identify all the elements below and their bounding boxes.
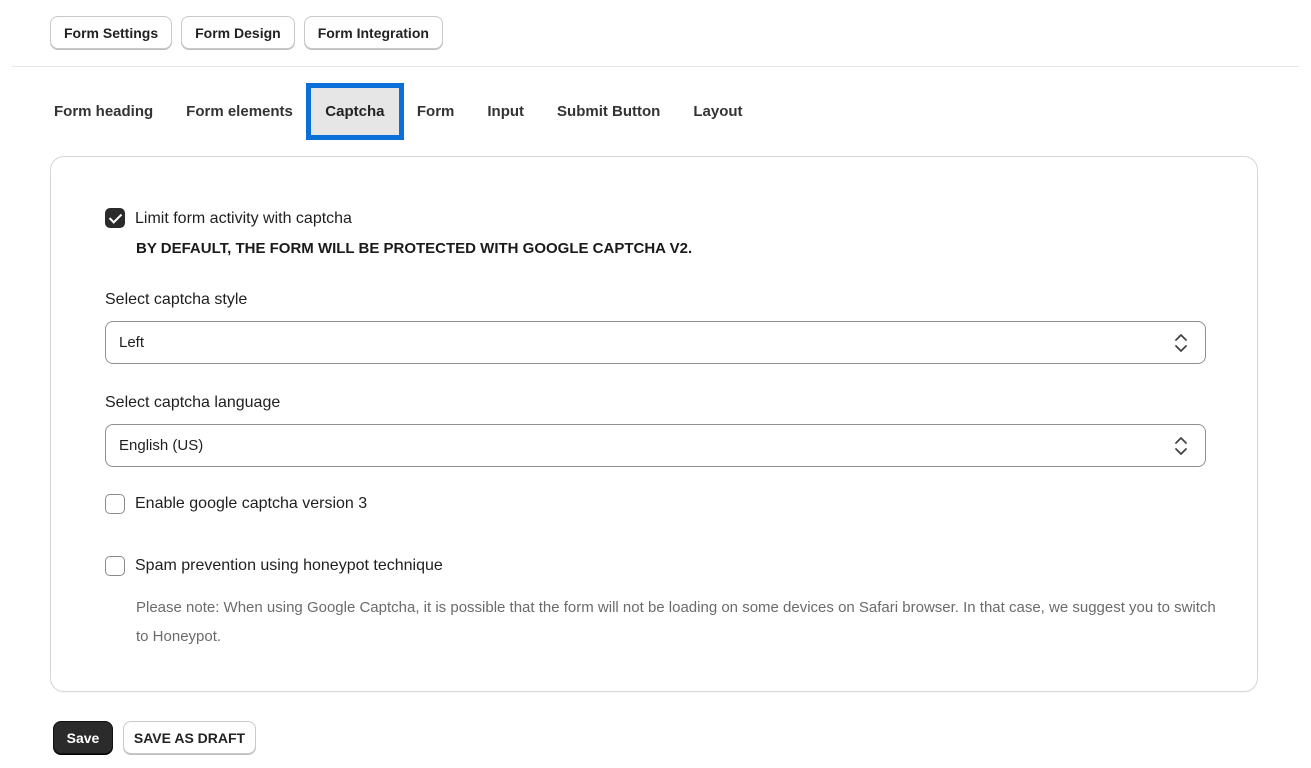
captcha-language-value: English (US) <box>119 437 204 454</box>
subtab-captcha[interactable]: Captcha <box>305 82 404 140</box>
header-divider <box>12 66 1299 67</box>
honeypot-label: Spam prevention using honeypot technique <box>135 557 443 574</box>
subtab-form-elements[interactable]: Form elements <box>186 103 293 120</box>
chevron-up-down-icon <box>1175 334 1187 352</box>
honeypot-checkbox[interactable] <box>105 556 125 576</box>
captcha-style-value: Left <box>119 334 145 351</box>
tab-form-integration[interactable]: Form Integration <box>303 16 443 49</box>
subtab-form-heading[interactable]: Form heading <box>54 103 153 120</box>
captcha-v3-checkbox[interactable] <box>105 494 125 514</box>
captcha-style-select[interactable]: Left <box>105 321 1206 364</box>
subtab-submit-button[interactable]: Submit Button <box>557 103 660 120</box>
save-button[interactable]: Save <box>53 721 113 754</box>
default-protection-note: BY DEFAULT, THE FORM WILL BE PROTECTED W… <box>136 240 693 257</box>
limit-captcha-label: Limit form activity with captcha <box>135 210 352 227</box>
limit-captcha-checkbox[interactable] <box>105 208 125 228</box>
subtab-form[interactable]: Form <box>417 103 455 120</box>
tab-form-settings[interactable]: Form Settings <box>50 16 173 49</box>
subtab-layout[interactable]: Layout <box>693 103 742 120</box>
tab-form-design[interactable]: Form Design <box>181 16 295 49</box>
chevron-up-down-icon <box>1175 437 1187 455</box>
captcha-settings-card: Limit form activity with captcha BY DEFA… <box>50 156 1258 692</box>
sub-tabs: Form heading Form elements Captcha Form … <box>54 82 776 140</box>
top-tabs: Form Settings Form Design Form Integrati… <box>50 16 443 49</box>
subtab-input[interactable]: Input <box>487 103 524 120</box>
captcha-v3-label: Enable google captcha version 3 <box>135 495 368 512</box>
safari-honeypot-note: Please note: When using Google Captcha, … <box>136 599 1216 645</box>
save-as-draft-button[interactable]: SAVE AS DRAFT <box>123 721 256 754</box>
captcha-language-select[interactable]: English (US) <box>105 424 1206 467</box>
captcha-style-label: Select captcha style <box>105 291 248 308</box>
captcha-language-label: Select captcha language <box>105 394 281 411</box>
